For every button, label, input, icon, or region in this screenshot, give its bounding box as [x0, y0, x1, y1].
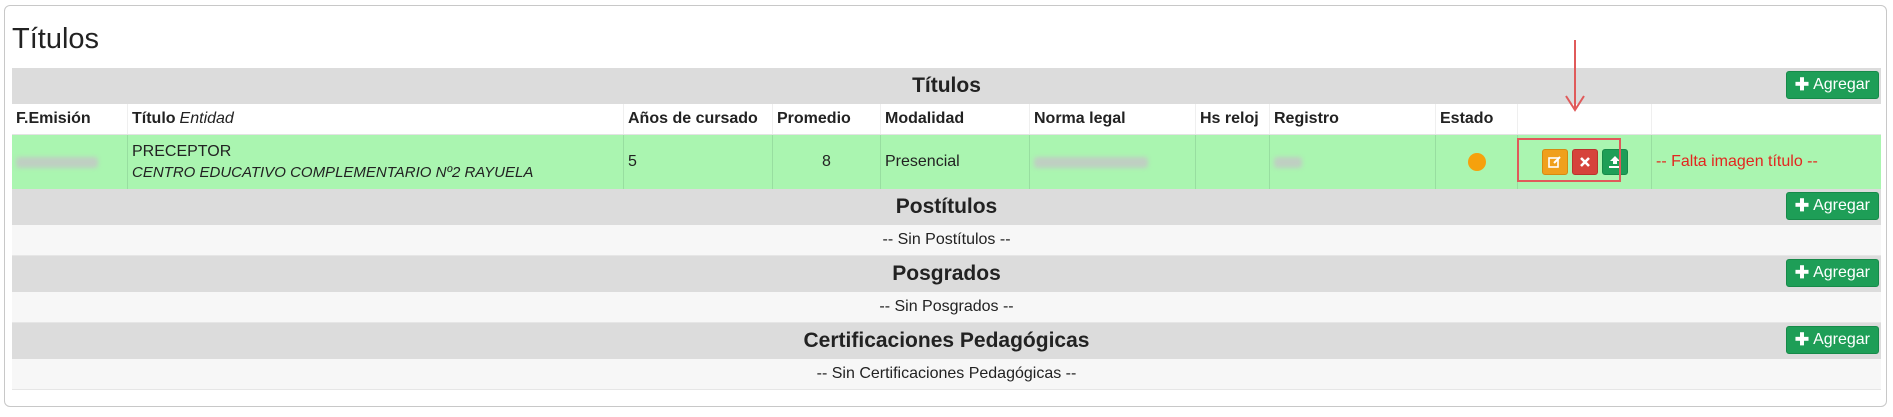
col-extra: [1652, 104, 1881, 134]
section-title-posgrados: Posgrados: [892, 262, 1001, 285]
table-row: PRECEPTOR CENTRO EDUCATIVO COMPLEMENTARI…: [12, 135, 1881, 189]
cell-warning: -- Falta imagen título --: [1652, 135, 1881, 189]
edit-button[interactable]: [1541, 149, 1568, 175]
col-entidad-label: Entidad: [179, 110, 234, 127]
entidad-name: CENTRO EDUCATIVO COMPLEMENTARIO Nº2 RAYU…: [132, 164, 534, 181]
section-header-titulos: Títulos ✚ Agregar: [12, 68, 1881, 104]
cell-norma: [1030, 135, 1196, 189]
col-actions: [1518, 104, 1652, 134]
page-title: Títulos: [12, 23, 100, 55]
column-headers: F.Emisión Título Entidad Años de cursado…: [12, 104, 1881, 135]
plus-icon: ✚: [1794, 196, 1810, 215]
section-title-certificaciones: Certificaciones Pedagógicas: [803, 329, 1090, 352]
col-estado: Estado: [1436, 104, 1518, 134]
plus-icon: ✚: [1794, 263, 1810, 282]
cell-anios: 5: [624, 135, 773, 189]
close-icon: [1579, 157, 1590, 167]
add-posgrado-button[interactable]: ✚ Agregar: [1785, 259, 1879, 287]
redacted-norma: [1034, 156, 1148, 168]
edit-icon: [1547, 156, 1561, 168]
section-title-postitulos: Postítulos: [895, 195, 998, 218]
plus-icon: ✚: [1794, 75, 1810, 94]
cell-hs-reloj: [1196, 135, 1270, 189]
upload-button[interactable]: [1601, 149, 1628, 175]
missing-image-warning: -- Falta imagen título --: [1656, 153, 1818, 170]
section-header-postitulos: Postítulos ✚ Agregar: [12, 189, 1881, 225]
add-label: Agregar: [1813, 264, 1870, 281]
col-promedio: Promedio: [773, 104, 881, 134]
col-titulo: Título Entidad: [128, 104, 624, 134]
col-anios: Años de cursado: [624, 104, 773, 134]
section-title-titulos: Títulos: [912, 74, 981, 97]
section-header-certificaciones: Certificaciones Pedagógicas ✚ Agregar: [12, 323, 1881, 359]
redacted-registro: [1274, 156, 1302, 168]
add-postitulo-button[interactable]: ✚ Agregar: [1785, 192, 1879, 220]
redacted-date: [16, 156, 98, 168]
empty-posgrados: -- Sin Posgrados --: [12, 292, 1881, 323]
cell-registro: [1270, 135, 1436, 189]
add-label: Agregar: [1813, 197, 1870, 214]
upload-icon: [1608, 156, 1621, 168]
empty-postitulos: -- Sin Postítulos --: [12, 225, 1881, 256]
add-label: Agregar: [1813, 76, 1870, 93]
cell-promedio: 8: [773, 135, 881, 189]
col-norma: Norma legal: [1030, 104, 1196, 134]
cell-actions: [1518, 135, 1652, 189]
plus-icon: ✚: [1794, 330, 1810, 349]
col-registro: Registro: [1270, 104, 1436, 134]
add-certificacion-button[interactable]: ✚ Agregar: [1785, 326, 1879, 354]
titles-table: Títulos ✚ Agregar F.Emisión Título Entid…: [12, 68, 1881, 390]
status-indicator: [1467, 153, 1486, 171]
add-titulo-button[interactable]: ✚ Agregar: [1785, 71, 1879, 99]
section-header-posgrados: Posgrados ✚ Agregar: [12, 256, 1881, 292]
delete-button[interactable]: [1571, 149, 1598, 175]
cell-f-emision: [12, 135, 128, 189]
col-hs-reloj: Hs reloj: [1196, 104, 1270, 134]
cell-modalidad: Presencial: [881, 135, 1030, 189]
add-label: Agregar: [1813, 331, 1870, 348]
cell-estado: [1436, 135, 1518, 189]
col-f-emision: F.Emisión: [12, 104, 128, 134]
titulo-name: PRECEPTOR: [132, 143, 232, 160]
empty-certificaciones: -- Sin Certificaciones Pedagógicas --: [12, 359, 1881, 390]
col-modalidad: Modalidad: [881, 104, 1030, 134]
cell-titulo: PRECEPTOR CENTRO EDUCATIVO COMPLEMENTARI…: [128, 135, 624, 189]
col-titulo-label: Título: [132, 110, 176, 127]
